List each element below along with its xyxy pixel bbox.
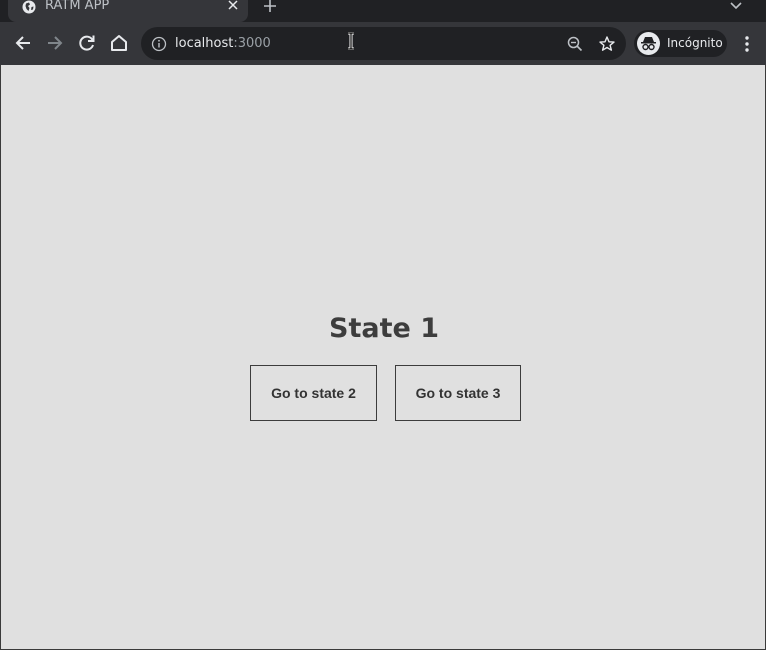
arrow-left-icon[interactable] (12, 32, 34, 54)
reload-icon[interactable] (76, 32, 98, 54)
chevron-down-icon[interactable] (728, 0, 744, 12)
go-to-state-3-button[interactable]: Go to state 3 (395, 365, 521, 421)
address-bar[interactable]: localhost:3000 (141, 27, 626, 60)
browser-tab[interactable]: RATM APP (8, 0, 248, 22)
text-cursor-icon (348, 32, 354, 50)
url-host: localhost (175, 36, 234, 51)
page-viewport: State 1 Go to state 2 Go to state 3 (0, 65, 766, 650)
zoom-out-icon[interactable] (566, 35, 584, 53)
page-title: State 1 (329, 313, 439, 344)
profile-label: Incógnito (667, 36, 723, 50)
tab-strip: RATM APP (0, 0, 766, 22)
home-icon[interactable] (108, 32, 130, 54)
arrow-right-icon[interactable] (44, 32, 66, 54)
info-icon[interactable] (151, 36, 167, 52)
browser-toolbar: localhost:3000 Incógnito (0, 22, 766, 65)
tab-title: RATM APP (45, 0, 110, 13)
incognito-icon (637, 32, 660, 55)
url-text[interactable]: localhost:3000 (175, 36, 271, 52)
globe-icon (22, 0, 36, 14)
plus-icon[interactable] (262, 0, 278, 14)
kebab-menu-icon[interactable] (738, 34, 756, 54)
go-to-state-2-button[interactable]: Go to state 2 (250, 365, 377, 421)
url-port: :3000 (233, 36, 271, 51)
close-icon[interactable] (226, 0, 240, 14)
incognito-profile-button[interactable]: Incógnito (634, 30, 727, 57)
star-icon[interactable] (598, 35, 616, 53)
